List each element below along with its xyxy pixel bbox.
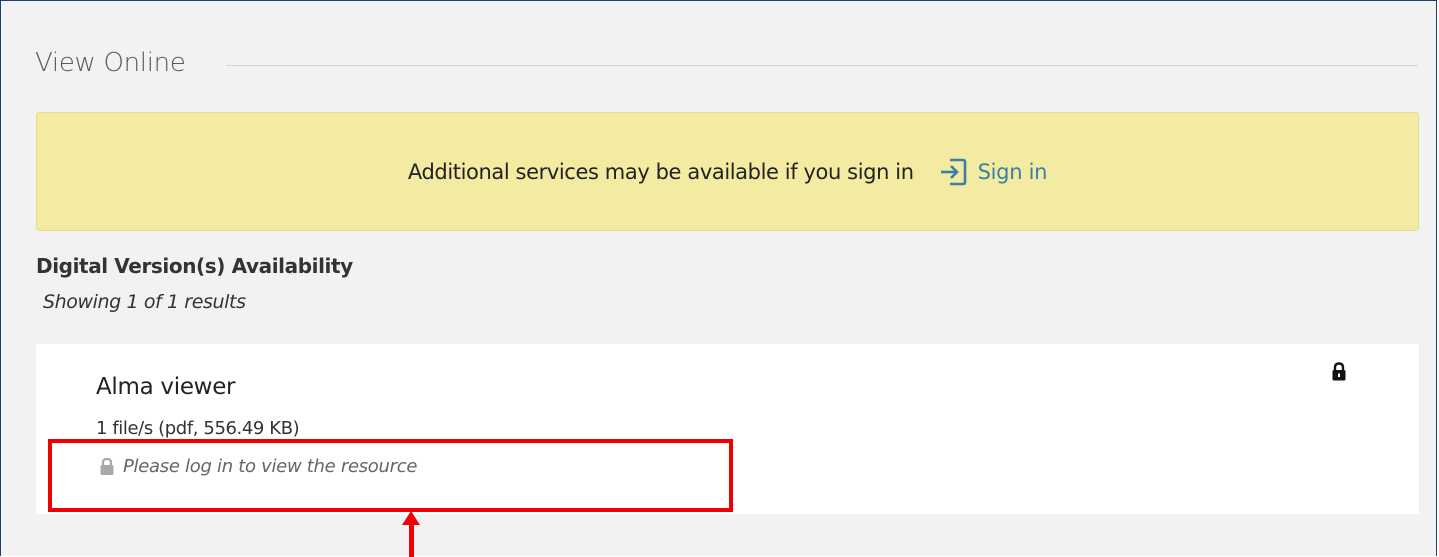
result-item-alma-viewer[interactable]: Alma viewer 1 file/s (pdf, 556.49 KB) Pl… [36,344,1419,514]
result-title: Alma viewer [96,374,236,400]
results-count: Showing 1 of 1 results [43,291,246,313]
sign-in-icon [938,157,968,187]
signin-banner: Additional services may be available if … [36,112,1419,231]
section-divider [225,64,1418,66]
view-online-panel: View Online Additional services may be a… [0,0,1437,557]
sign-in-link[interactable]: Sign in [938,157,1048,187]
availability-heading: Digital Version(s) Availability [36,254,353,278]
lock-icon [1331,362,1347,382]
annotation-arrow [409,521,414,557]
sign-in-label: Sign in [977,159,1048,184]
section-title: View Online [35,48,186,78]
login-required-note: Please log in to view the resource [99,456,417,477]
lock-icon [99,457,115,476]
banner-text: Additional services may be available if … [407,159,914,184]
login-note-text: Please log in to view the resource [123,456,418,477]
section-header: View Online [35,43,1418,83]
result-file-info: 1 file/s (pdf, 556.49 KB) [96,418,300,439]
